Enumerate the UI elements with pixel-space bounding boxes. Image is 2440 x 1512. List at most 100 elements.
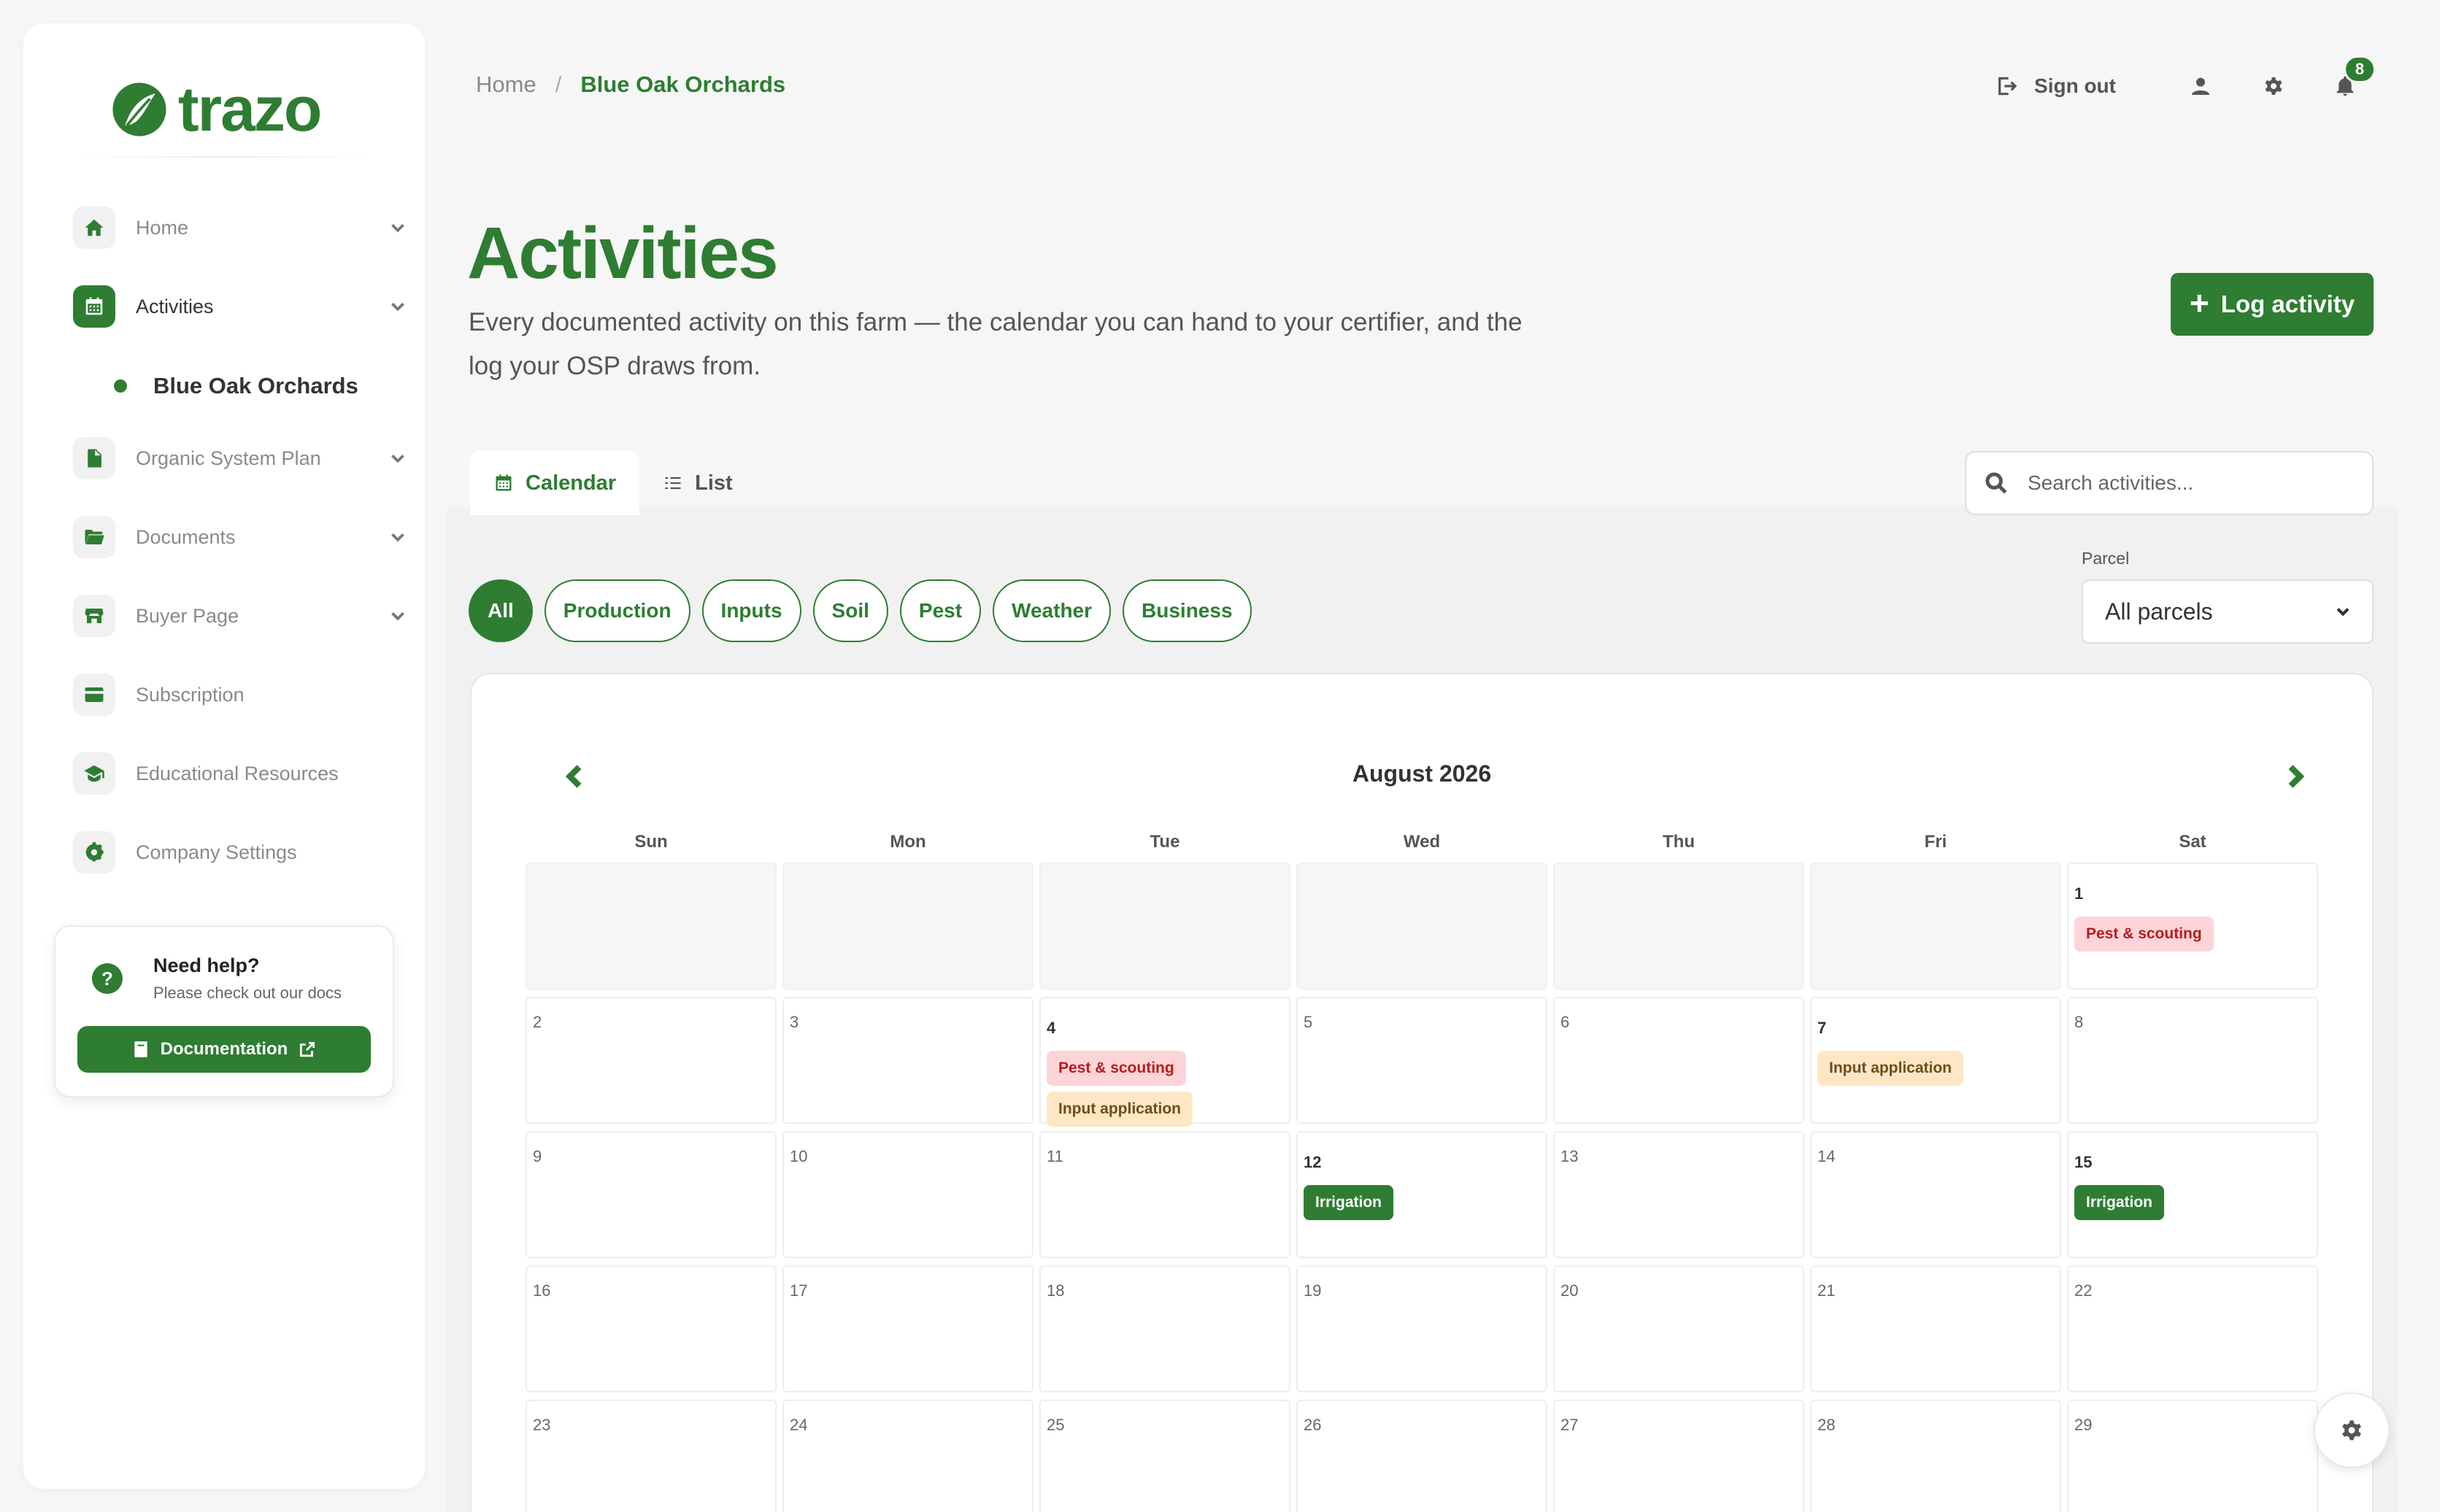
- calendar-day-5[interactable]: 5: [1296, 997, 1547, 1124]
- calendar-day-20[interactable]: 20: [1553, 1265, 1804, 1392]
- sidebar-item-subscription[interactable]: Subscription: [51, 666, 416, 724]
- tab-calendar-label: Calendar: [526, 471, 617, 495]
- calendar-day-24[interactable]: 24: [782, 1400, 1034, 1512]
- calendar-day-25[interactable]: 25: [1039, 1400, 1290, 1512]
- log-activity-button[interactable]: + Log activity: [2171, 273, 2374, 336]
- filter-chip-all[interactable]: All: [469, 579, 533, 642]
- calendar-day-4[interactable]: 4 Pest & scouting Input application: [1039, 997, 1290, 1127]
- calendar-icon: [496, 474, 512, 491]
- calendar-day-number: 10: [790, 1147, 808, 1165]
- calendar-day-number: 3: [790, 1013, 799, 1031]
- activity-event-chip[interactable]: Pest & scouting: [1047, 1051, 1186, 1086]
- calendar-icon: [73, 285, 115, 328]
- sidebar-item-company-settings[interactable]: Company Settings: [51, 823, 416, 882]
- help-title: Need help?: [153, 954, 260, 976]
- sign-out-label: Sign out: [2034, 74, 2116, 97]
- calendar-day-number: 14: [1817, 1147, 1836, 1165]
- sidebar-item-organic-system-plan[interactable]: Organic System Plan: [51, 429, 416, 487]
- documentation-button[interactable]: Documentation: [77, 1026, 371, 1073]
- filter-chip-production[interactable]: Production: [544, 579, 690, 642]
- calendar-day-17[interactable]: 17: [782, 1265, 1034, 1392]
- filter-chip-pest[interactable]: Pest: [899, 579, 982, 642]
- calendar-day-13[interactable]: 13: [1553, 1131, 1804, 1258]
- trazo-logo[interactable]: trazo: [111, 58, 345, 161]
- calendar-day-number: 20: [1560, 1281, 1579, 1300]
- settings-button[interactable]: [2252, 64, 2295, 108]
- calendar-day-3[interactable]: 3: [782, 997, 1034, 1124]
- tab-list-label: List: [695, 471, 733, 495]
- sidebar-item-label: Subscription: [136, 683, 245, 706]
- active-dot: [114, 379, 127, 393]
- notifications-button[interactable]: 8: [2323, 55, 2376, 108]
- sidebar-item-documents[interactable]: Documents: [51, 508, 416, 566]
- sidebar-item-label: Documents: [136, 525, 236, 548]
- calendar-day-18[interactable]: 18: [1039, 1265, 1290, 1392]
- weekday-label: Fri: [1924, 832, 1947, 852]
- calendar-month-label: August 2026: [1352, 760, 1492, 787]
- calendar-day-number: 1: [2074, 884, 2084, 903]
- filter-chip-inputs[interactable]: Inputs: [701, 579, 801, 642]
- calendar-day-15[interactable]: 15 Irrigation: [2067, 1131, 2318, 1258]
- next-month-button[interactable]: [2279, 760, 2311, 792]
- tab-list[interactable]: List: [639, 451, 756, 515]
- calendar-day-9[interactable]: 9: [526, 1131, 777, 1258]
- calendar-day-16[interactable]: 16: [526, 1265, 777, 1392]
- sidebar-item-educational-resources[interactable]: Educational Resources: [51, 744, 416, 803]
- search-input[interactable]: [2028, 471, 2349, 495]
- sidebar-subitem-blue-oak-orchards[interactable]: Blue Oak Orchards: [114, 364, 358, 408]
- calendar-day-19[interactable]: 19: [1296, 1265, 1547, 1392]
- calendar-day-27[interactable]: 27: [1553, 1400, 1804, 1512]
- floating-settings-button[interactable]: [2314, 1392, 2390, 1468]
- sidebar-item-label: Company Settings: [136, 841, 297, 863]
- calendar-day-number: 26: [1304, 1416, 1322, 1434]
- calendar-day-number: 25: [1047, 1416, 1065, 1434]
- calendar-day-21[interactable]: 21: [1810, 1265, 2061, 1392]
- calendar-day-23[interactable]: 23: [526, 1400, 777, 1512]
- sidebar: trazo Home Activities Blue Oak Orchards: [23, 23, 425, 1489]
- calendar-day-number: 19: [1304, 1281, 1322, 1300]
- calendar-day-6[interactable]: 6: [1553, 997, 1804, 1124]
- activity-event-chip[interactable]: Pest & scouting: [2074, 917, 2214, 952]
- sidebar-item-home[interactable]: Home: [51, 198, 416, 257]
- filter-chip-soil[interactable]: Soil: [812, 579, 888, 642]
- sidebar-item-buyer-page[interactable]: Buyer Page: [51, 587, 416, 645]
- calendar-day-8[interactable]: 8: [2067, 997, 2318, 1124]
- home-icon: [73, 207, 115, 249]
- filter-chip-weather[interactable]: Weather: [993, 579, 1112, 642]
- breadcrumb-home[interactable]: Home: [476, 72, 536, 98]
- calendar-day-14[interactable]: 14: [1810, 1131, 2061, 1258]
- calendar-day-7[interactable]: 7 Input application: [1810, 997, 2061, 1124]
- document-icon: [73, 437, 115, 479]
- activity-event-chip[interactable]: Input application: [1817, 1051, 1963, 1086]
- weekday-label: Wed: [1403, 832, 1441, 852]
- tab-calendar[interactable]: Calendar: [470, 451, 640, 515]
- calendar-day-28[interactable]: 28: [1810, 1400, 2061, 1512]
- filter-chip-business[interactable]: Business: [1123, 579, 1252, 642]
- calendar-day-number: 4: [1047, 1019, 1056, 1037]
- chevron-down-icon: [387, 605, 409, 627]
- profile-button[interactable]: [2179, 64, 2222, 108]
- calendar-day-number: 12: [1304, 1153, 1322, 1171]
- calendar-day-29[interactable]: 29: [2067, 1400, 2318, 1512]
- breadcrumb-current: Blue Oak Orchards: [580, 72, 786, 97]
- category-filters: All Production Inputs Soil Pest Weather …: [469, 579, 1252, 642]
- calendar-day-12[interactable]: 12 Irrigation: [1296, 1131, 1547, 1258]
- list-icon: [665, 477, 681, 490]
- calendar-day-10[interactable]: 10: [782, 1131, 1034, 1258]
- calendar-day-number: 7: [1817, 1019, 1827, 1037]
- activity-event-chip[interactable]: Input application: [1047, 1092, 1193, 1127]
- sign-out-button[interactable]: Sign out: [1995, 74, 2116, 98]
- parcel-select[interactable]: All parcels: [2082, 579, 2374, 644]
- calendar-day-2[interactable]: 2: [526, 997, 777, 1124]
- activity-event-chip[interactable]: Irrigation: [2074, 1185, 2165, 1220]
- sidebar-item-activities[interactable]: Activities: [51, 277, 416, 336]
- calendar-day-22[interactable]: 22: [2067, 1265, 2318, 1392]
- sidebar-item-label: Home: [136, 216, 189, 239]
- search-box: [1965, 451, 2374, 515]
- calendar-day-26[interactable]: 26: [1296, 1400, 1547, 1512]
- breadcrumb: Home / Blue Oak Orchards: [476, 72, 785, 98]
- breadcrumb-separator: /: [555, 72, 562, 97]
- calendar-day-1[interactable]: 1 Pest & scouting: [2067, 863, 2318, 990]
- activity-event-chip[interactable]: Irrigation: [1304, 1185, 1394, 1220]
- calendar-day-11[interactable]: 11: [1039, 1131, 1290, 1258]
